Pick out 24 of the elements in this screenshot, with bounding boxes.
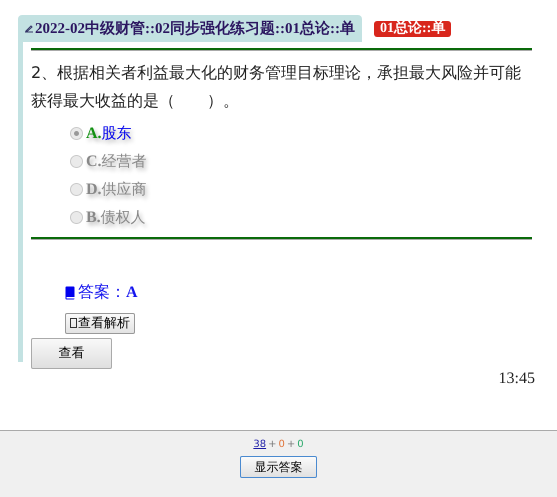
answer-text: 答案：A [65,282,138,303]
option-label: B.债权人 [86,208,146,226]
title-text: 2022-02中级财管::02同步强化练习题::01总论::单 [35,19,355,38]
view-button[interactable]: 查看 [31,338,112,368]
book-icon [65,286,75,300]
view-analysis-button[interactable]: 查看解析 [65,312,135,334]
radio-button[interactable] [70,126,83,140]
plus-sign: + [286,439,296,450]
radio-button[interactable] [70,154,83,168]
show-answer-button[interactable]: 显示答案 [240,456,317,478]
plus-sign: + [268,439,276,450]
category-tag: 01总论::单 [374,20,452,36]
pen-icon [24,24,34,32]
option-label: D.供应商 [86,180,147,198]
count-text: 0 [278,439,285,450]
radio-button[interactable] [70,210,83,224]
radio-button[interactable] [70,182,83,196]
question-text: 2、根据相关者利益最大化的财务管理目标理论，承担最大风险并可能获得最大收益的是（ ）。 [31,62,522,112]
square-icon [70,318,77,328]
option-label: C.经营者 [86,152,147,170]
count-text: 0 [297,439,304,450]
timer: 13:45 [498,370,535,388]
count-link[interactable]: 38 [253,439,266,450]
option-label: A.股东 [86,124,132,142]
